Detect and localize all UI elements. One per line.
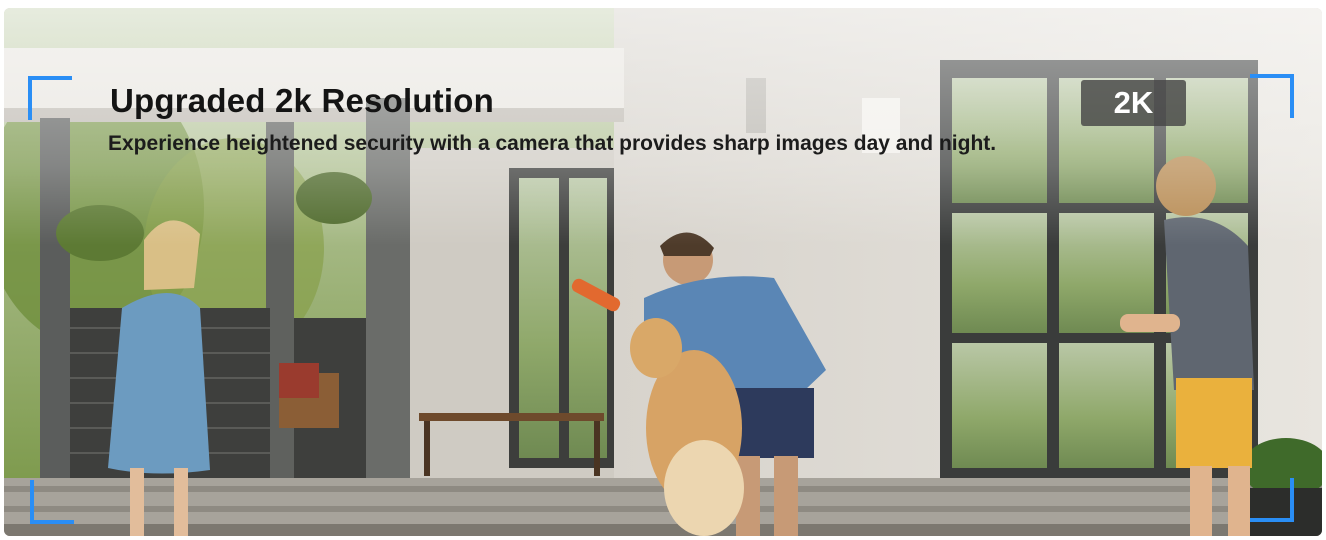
feature-description: Experience heightened security with a ca… (108, 132, 997, 155)
frame-corner-top-left (28, 76, 72, 120)
frame-corner-bottom-right (1250, 478, 1294, 522)
frame-corner-bottom-left (30, 480, 74, 524)
resolution-badge: 2K (1081, 80, 1186, 126)
frame-corner-top-right (1250, 74, 1294, 118)
feature-title: Upgraded 2k Resolution (110, 82, 494, 119)
feature-banner: Upgraded 2k Resolution Experience height… (4, 8, 1322, 536)
